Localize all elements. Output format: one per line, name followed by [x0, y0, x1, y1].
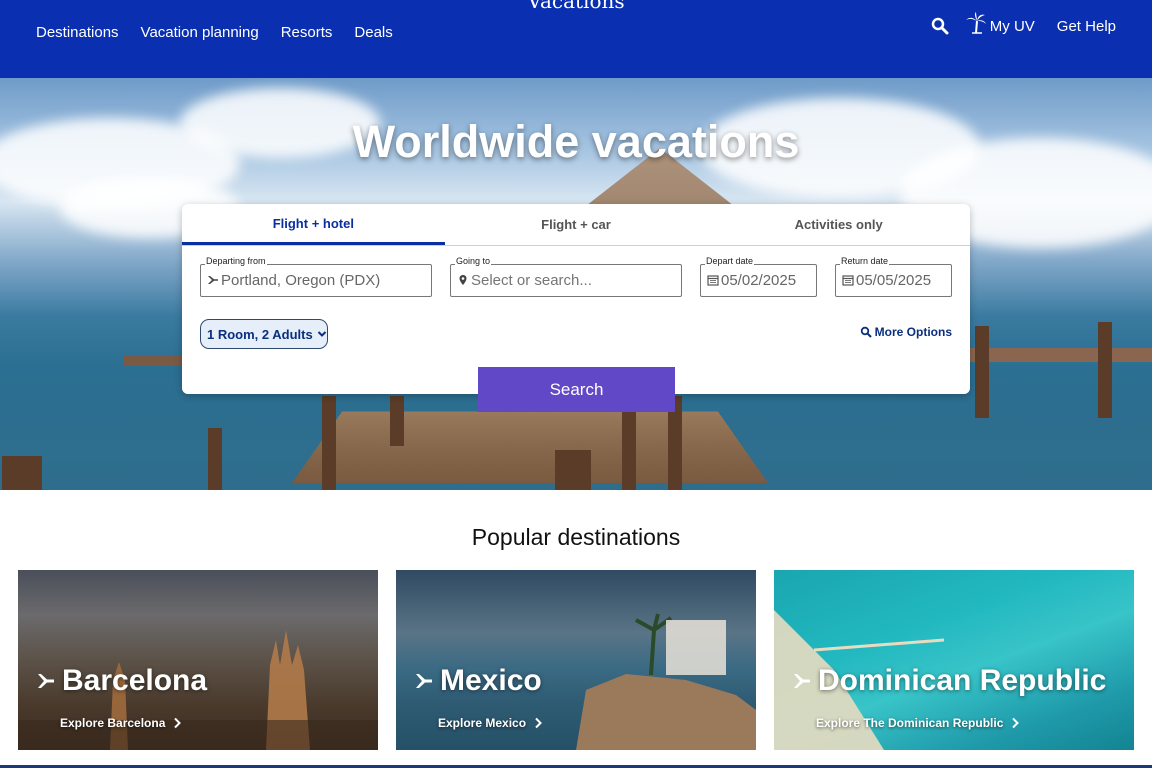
- departing-from-input[interactable]: [221, 265, 427, 296]
- booking-widget: Flight + hotel Flight + car Activities o…: [182, 204, 970, 394]
- hero-title: Worldwide vacations: [0, 116, 1152, 168]
- site-header: Vacations Destinations Vacation planning…: [0, 0, 1152, 78]
- destination-card-mexico[interactable]: Mexico Explore Mexico: [396, 570, 756, 750]
- hero-post: [1098, 322, 1112, 418]
- rooms-guests-dropdown[interactable]: 1 Room, 2 Adults: [200, 319, 328, 349]
- hero-post: [555, 450, 591, 490]
- airplane-icon: [36, 671, 56, 691]
- destination-name-text: Dominican Republic: [818, 664, 1106, 698]
- hero-post: [208, 428, 222, 490]
- airplane-icon: [207, 274, 219, 286]
- destination-name: Mexico: [414, 664, 542, 698]
- nav-deals[interactable]: Deals: [354, 24, 392, 41]
- explore-mexico-link[interactable]: Explore Mexico: [438, 716, 542, 730]
- destination-name: Dominican Republic: [792, 664, 1106, 698]
- explore-link-text: Explore Mexico: [438, 716, 526, 730]
- calendar-icon: [707, 274, 719, 286]
- destination-name-text: Barcelona: [62, 664, 207, 698]
- location-pin-icon: [457, 274, 469, 286]
- destination-name-text: Mexico: [440, 664, 542, 698]
- airplane-icon: [414, 671, 434, 691]
- palm-tree-icon: [964, 11, 988, 35]
- main-nav: Destinations Vacation planning Resorts D…: [36, 24, 393, 41]
- tab-flight-car[interactable]: Flight + car: [445, 204, 708, 245]
- calendar-icon: [842, 274, 854, 286]
- tab-flight-hotel[interactable]: Flight + hotel: [182, 204, 445, 245]
- explore-link-text: Explore The Dominican Republic: [816, 716, 1003, 730]
- return-date-input[interactable]: [856, 265, 947, 296]
- hero-post: [975, 326, 989, 418]
- destination-card-dominican-republic[interactable]: Dominican Republic Explore The Dominican…: [774, 570, 1134, 750]
- nav-resorts[interactable]: Resorts: [281, 24, 333, 41]
- airplane-icon: [792, 671, 812, 691]
- search-icon: [860, 326, 872, 338]
- get-help-link[interactable]: Get Help: [1057, 18, 1116, 35]
- return-date-field[interactable]: Return date: [835, 264, 952, 297]
- nav-destinations[interactable]: Destinations: [36, 24, 119, 41]
- hero-post: [2, 456, 42, 490]
- more-options-link[interactable]: More Options: [860, 325, 952, 339]
- tab-activities-only[interactable]: Activities only: [707, 204, 970, 245]
- popular-destinations-title: Popular destinations: [0, 524, 1152, 551]
- search-icon[interactable]: [930, 16, 950, 36]
- hero-post: [322, 396, 336, 490]
- chevron-right-icon: [534, 717, 542, 729]
- hero-post: [622, 412, 636, 490]
- chevron-right-icon: [173, 717, 181, 729]
- nav-vacation-planning[interactable]: Vacation planning: [141, 24, 259, 41]
- booking-tabs: Flight + hotel Flight + car Activities o…: [182, 204, 970, 246]
- going-to-input[interactable]: [471, 265, 677, 296]
- depart-date-input[interactable]: [721, 265, 812, 296]
- going-to-field[interactable]: Going to: [450, 264, 682, 297]
- hero-post: [390, 396, 404, 446]
- hero-pier: [970, 348, 1152, 362]
- my-uv-link[interactable]: My UV: [964, 17, 1035, 35]
- chevron-right-icon: [1011, 717, 1019, 729]
- destination-name: Barcelona: [36, 664, 207, 698]
- hero-dock: [292, 411, 768, 483]
- departing-from-field[interactable]: Departing from: [200, 264, 432, 297]
- chevron-down-icon: [317, 329, 327, 339]
- my-uv-label: My UV: [990, 18, 1035, 35]
- rooms-guests-label: 1 Room, 2 Adults: [207, 327, 313, 342]
- destination-card-barcelona[interactable]: Barcelona Explore Barcelona: [18, 570, 378, 750]
- utility-nav: My UV Get Help: [930, 16, 1116, 36]
- depart-date-field[interactable]: Depart date: [700, 264, 817, 297]
- explore-dominican-republic-link[interactable]: Explore The Dominican Republic: [816, 716, 1019, 730]
- explore-barcelona-link[interactable]: Explore Barcelona: [60, 716, 181, 730]
- explore-link-text: Explore Barcelona: [60, 716, 165, 730]
- more-options-label: More Options: [875, 325, 952, 339]
- search-button[interactable]: Search: [478, 367, 675, 412]
